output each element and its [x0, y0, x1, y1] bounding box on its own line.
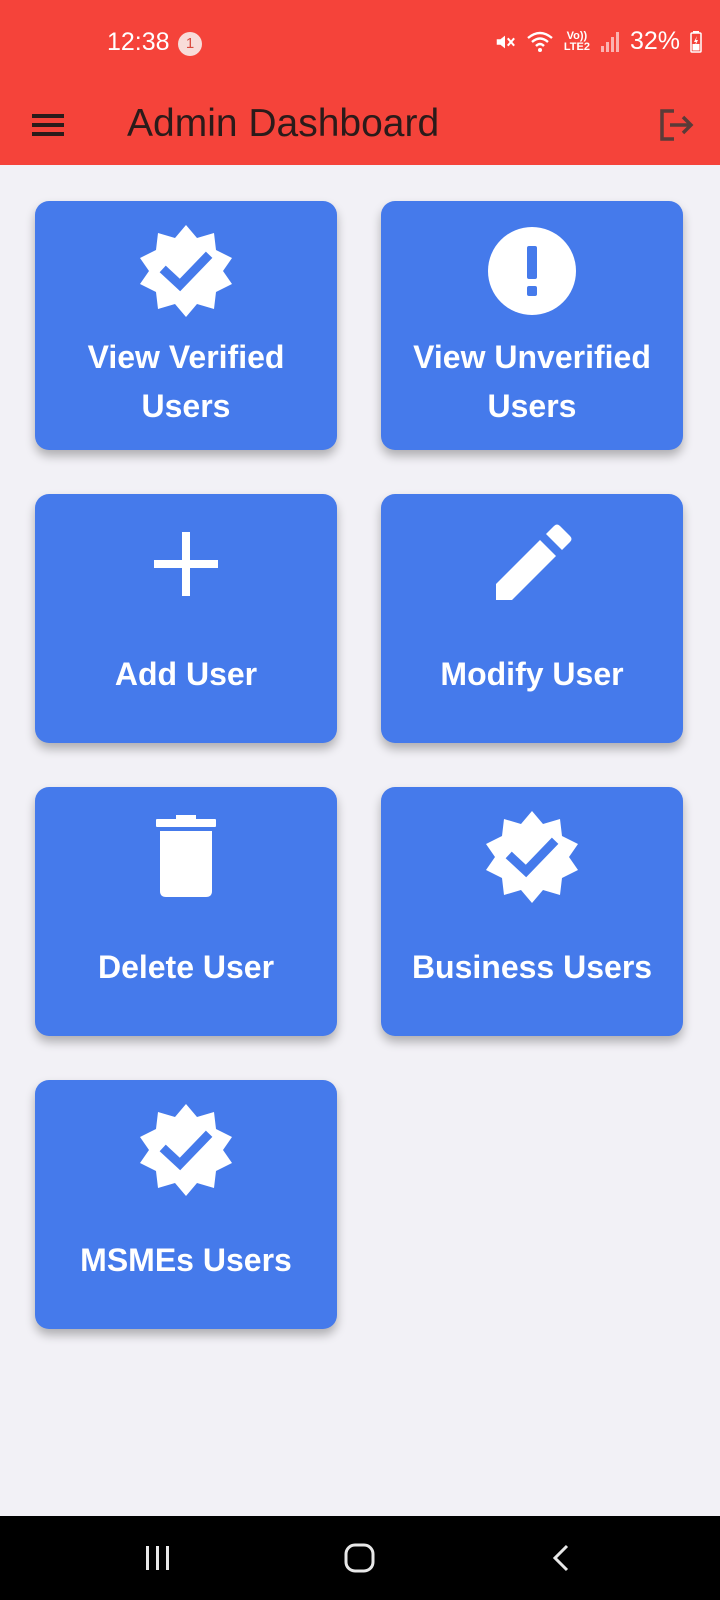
tile-label-line2: Users: [141, 388, 231, 424]
msmes-users-button[interactable]: MSMEs Users: [35, 1080, 337, 1329]
tile-label-line1: View Unverified: [413, 339, 651, 375]
mute-icon: [496, 35, 515, 48]
recents-icon: [146, 1546, 169, 1570]
exclamation-circle-icon: [488, 227, 576, 315]
notification-badge: 1: [178, 32, 202, 56]
tile-label: View Verified Users: [43, 333, 329, 431]
pencil-icon: [496, 524, 572, 600]
home-button[interactable]: [340, 1538, 380, 1578]
app-bar: Admin Dashboard: [0, 88, 720, 165]
page-title: Admin Dashboard: [127, 102, 440, 145]
back-icon: [552, 1544, 569, 1572]
volte-top-text: Vo)): [566, 29, 588, 42]
trash-icon: [156, 815, 216, 897]
status-time: 12:38: [107, 28, 170, 56]
verified-badge-icon: [140, 225, 232, 317]
tile-label-line1: View Verified: [87, 339, 285, 375]
battery-percent: 32%: [629, 27, 680, 55]
tile-label: MSMEs Users: [80, 1242, 292, 1278]
home-icon: [344, 1543, 375, 1573]
tile-label: Add User: [114, 656, 258, 692]
logout-button[interactable]: [656, 105, 698, 147]
plus-icon: [154, 532, 218, 596]
logout-icon: [660, 109, 694, 141]
verified-badge-icon: [486, 811, 578, 903]
menu-icon: [32, 114, 64, 136]
menu-button[interactable]: [30, 110, 70, 144]
signal-icon: [600, 31, 619, 52]
verified-badge-icon: [140, 1104, 232, 1196]
back-button[interactable]: [542, 1538, 582, 1578]
tile-label: View Unverified Users: [389, 333, 675, 431]
volte-bottom-text: LTE2: [563, 40, 590, 53]
recents-button[interactable]: [138, 1538, 178, 1578]
battery-icon: [690, 30, 702, 53]
tile-label: Delete User: [97, 949, 275, 985]
tile-label-line2: Users: [487, 388, 577, 424]
business-users-button[interactable]: Business Users: [381, 787, 683, 1036]
system-nav-bar: [0, 1516, 720, 1600]
status-bar: 12:38 1 Vo)) LTE2 32%: [0, 0, 720, 88]
delete-user-button[interactable]: Delete User: [35, 787, 337, 1036]
view-verified-users-button[interactable]: View Verified Users: [35, 201, 337, 450]
status-icons: Vo)) LTE2 32%: [494, 27, 702, 56]
wifi-icon: [527, 31, 553, 52]
view-unverified-users-button[interactable]: View Unverified Users: [381, 201, 683, 450]
tile-label: Business Users: [411, 949, 653, 985]
add-user-button[interactable]: Add User: [35, 494, 337, 743]
volte-indicator: Vo)) LTE2: [563, 29, 590, 53]
modify-user-button[interactable]: Modify User: [381, 494, 683, 743]
tile-label: Modify User: [440, 656, 624, 692]
